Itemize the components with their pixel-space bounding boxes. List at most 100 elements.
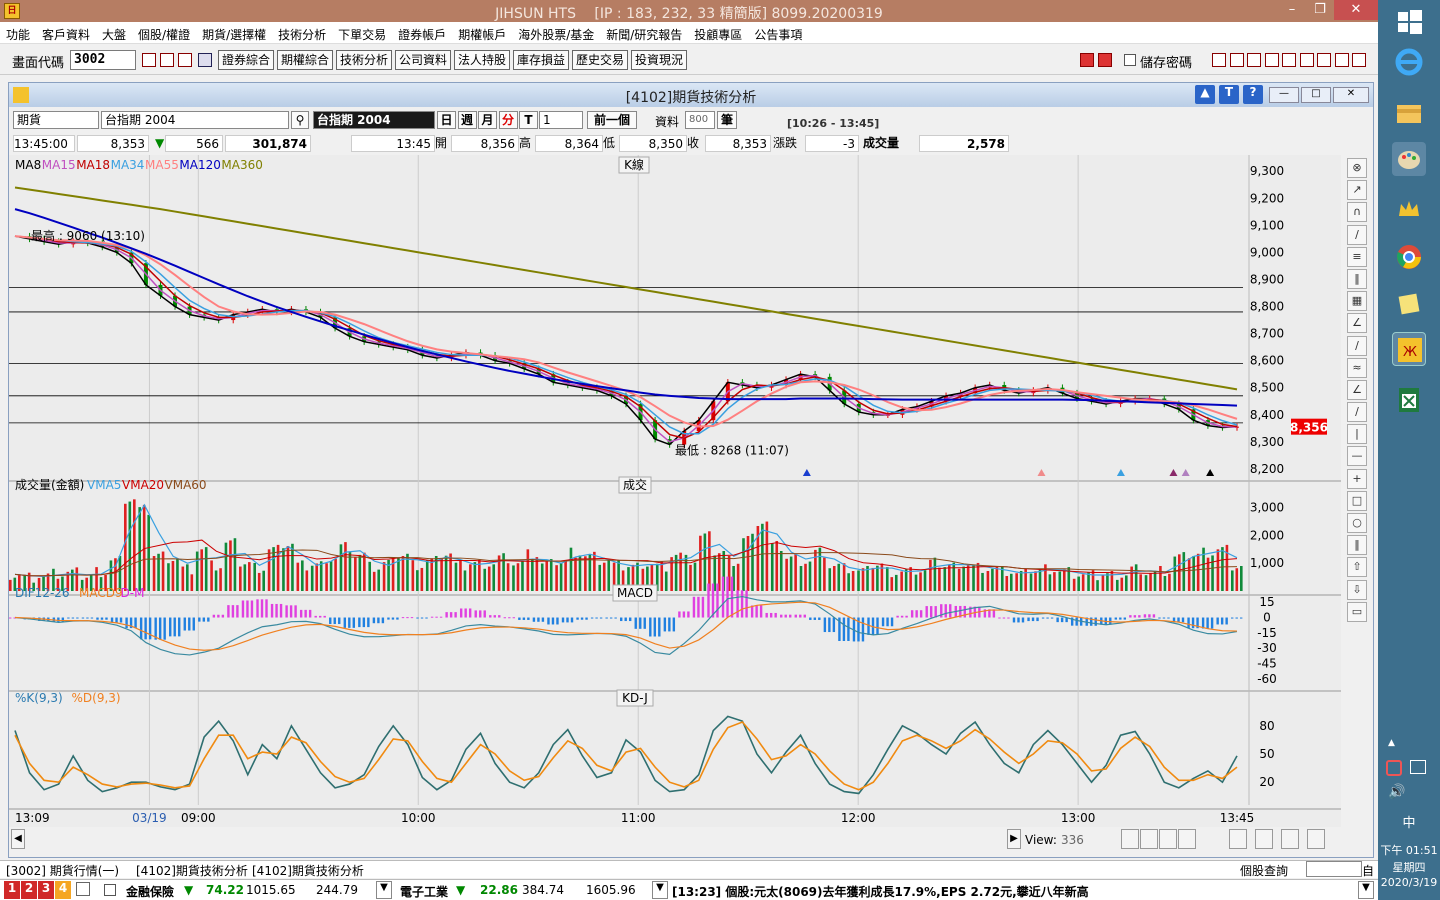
tab-3002[interactable]: [3002] 期貨行情(一) (6, 862, 119, 879)
up-triangle-icon[interactable]: ▲ (1195, 85, 1215, 104)
page-3-button[interactable]: 3 (38, 881, 54, 899)
restore-button[interactable]: ❐ (1306, 0, 1334, 20)
window-icon[interactable] (160, 53, 174, 67)
menu-item-8[interactable]: 期權帳戶 (452, 22, 512, 43)
pen-icon[interactable] (1281, 829, 1299, 849)
tray-expand-icon[interactable]: ▲ (1388, 738, 1395, 748)
fan-icon[interactable]: ∠ (1347, 313, 1367, 334)
table-icon[interactable] (1255, 829, 1273, 849)
period-4[interactable]: T (519, 111, 538, 129)
page-4-button[interactable]: 4 (55, 881, 71, 899)
tray-app-icon[interactable] (1386, 760, 1402, 776)
arc-icon[interactable]: ∩ (1347, 202, 1367, 223)
bars-icon[interactable]: ‖ (1347, 535, 1367, 556)
toolbar-button-2[interactable]: 技術分析 (336, 50, 393, 70)
vlines-icon[interactable]: ‖ (1347, 268, 1367, 289)
lock-icon[interactable] (76, 882, 90, 896)
scroll-right-icon[interactable]: ▶ (1007, 829, 1021, 849)
print-icon[interactable] (178, 53, 192, 67)
quote-icon[interactable] (142, 53, 156, 67)
tool-pen-icon[interactable] (1299, 53, 1314, 67)
ray-icon[interactable]: ∕ (1347, 402, 1367, 423)
settings-icon[interactable] (1307, 829, 1325, 849)
excel-icon[interactable] (1392, 382, 1426, 416)
ie-icon[interactable] (1392, 44, 1426, 78)
plus-icon[interactable]: + (1347, 468, 1367, 489)
toolbar-button-0[interactable]: 證券綜合 (218, 50, 275, 70)
zoom-out-icon[interactable] (1140, 829, 1158, 849)
period-0[interactable]: 日 (437, 111, 456, 129)
menu-item-12[interactable]: 公告事項 (748, 22, 808, 43)
trend-icon[interactable]: ≈ (1347, 357, 1367, 378)
stock-query-input[interactable] (1306, 861, 1362, 877)
menu-item-6[interactable]: 下單交易 (332, 22, 392, 43)
arrow-left-icon[interactable] (1080, 53, 1094, 67)
menu-item-1[interactable]: 客戶資料 (36, 22, 96, 43)
down-arrow-icon[interactable]: ⇩ (1347, 579, 1367, 600)
menu-item-5[interactable]: 技術分析 (272, 22, 332, 43)
ellipse-icon[interactable]: ○ (1347, 513, 1367, 533)
arrow-right-icon[interactable] (1098, 53, 1112, 67)
line-icon[interactable]: ∕ (1347, 335, 1367, 356)
grid-icon[interactable]: ▦ (1347, 291, 1367, 312)
toolbar-button-6[interactable]: 歷史交易 (572, 50, 629, 70)
hlines-icon[interactable]: ≡ (1347, 246, 1367, 267)
period-1[interactable]: 週 (457, 111, 477, 129)
crosshair-icon[interactable]: ⊗ (1347, 158, 1367, 178)
toolbar-button-3[interactable]: 公司資料 (395, 50, 452, 70)
tool-gear-icon[interactable] (1352, 53, 1366, 67)
child-minimize-button[interactable]: — (1269, 87, 1299, 103)
news-dropdown[interactable]: ▼ (1358, 881, 1374, 899)
minimize-button[interactable]: – (1278, 0, 1306, 20)
prev-button[interactable]: 前一個 (587, 111, 637, 129)
toolbar-button-1[interactable]: 期權綜合 (277, 50, 334, 70)
paint-icon[interactable] (1392, 142, 1426, 176)
copy-icon[interactable] (1229, 829, 1247, 849)
save-password-checkbox[interactable] (1124, 54, 1136, 66)
sector2-dropdown[interactable]: ▼ (652, 881, 668, 899)
menu-item-10[interactable]: 新聞/研究報告 (600, 22, 688, 43)
type-select[interactable]: 期貨 (13, 111, 99, 129)
ime-indicator[interactable]: 中 (1378, 812, 1440, 831)
tool-grid-icon[interactable] (1334, 53, 1349, 67)
ticker-checkbox[interactable] (104, 884, 116, 896)
stock-query-self[interactable]: 自 (1362, 862, 1374, 879)
child-close-button[interactable]: ✕ (1333, 87, 1369, 103)
tab-4102-b[interactable]: [4102]期貨技術分析 (252, 862, 364, 879)
menu-item-2[interactable]: 大盤 (96, 22, 132, 43)
toolbar-button-4[interactable]: 法人持股 (454, 50, 511, 70)
chart-area[interactable]: 13:09 03/19 09:00 10:00 11:00 12:00 13:00 13:45… (9, 155, 1341, 827)
clock-time[interactable]: 下午 01:51 (1378, 842, 1440, 858)
search-icon[interactable]: ⚲ (291, 111, 309, 129)
angle-icon[interactable]: ∠ (1347, 379, 1367, 400)
sector1-dropdown[interactable]: ▼ (376, 881, 392, 899)
rect-icon[interactable]: □ (1347, 490, 1367, 511)
refresh-icon[interactable] (1178, 829, 1196, 849)
eraser-icon[interactable]: ▭ (1347, 601, 1367, 622)
tab-4102-a[interactable]: [4102]期貨技術分析 (136, 862, 248, 879)
windows-start-icon[interactable] (1392, 4, 1426, 38)
zoom-in-icon[interactable] (1121, 829, 1139, 849)
vertical-icon[interactable]: | (1347, 424, 1367, 445)
menu-item-4[interactable]: 期貨/選擇權 (196, 22, 272, 43)
menu-item-3[interactable]: 個股/權證 (132, 22, 196, 43)
interval-select[interactable]: 1 (539, 111, 583, 129)
menu-item-7[interactable]: 證券帳戶 (392, 22, 452, 43)
period-3[interactable]: 分 (498, 111, 518, 129)
network-icon[interactable] (1410, 760, 1426, 774)
page-1-button[interactable]: 1 (4, 881, 20, 899)
data-count-input[interactable]: 800 (685, 111, 715, 129)
news-ticker[interactable]: [13:23] 個股:元太(8069)去年獲利成長17.9%,EPS 2.72元… (672, 883, 1089, 900)
dropdown-icon[interactable] (198, 53, 212, 67)
menu-item-9[interactable]: 海外股票/基金 (512, 22, 600, 43)
tool-t-icon[interactable] (1282, 53, 1296, 67)
crown-icon[interactable] (1392, 192, 1426, 226)
chrome-icon[interactable] (1392, 240, 1426, 274)
period-2[interactable]: 月 (478, 111, 497, 129)
tool-pencil-icon[interactable] (1212, 53, 1226, 67)
tool-window-icon[interactable] (1247, 53, 1261, 67)
scroll-left-icon[interactable]: ◀ (11, 829, 25, 849)
tool-close-doc-icon[interactable] (1317, 53, 1331, 67)
toolbar-button-5[interactable]: 庫存損益 (513, 50, 570, 70)
up-arrow-icon[interactable]: ⇧ (1347, 557, 1367, 578)
